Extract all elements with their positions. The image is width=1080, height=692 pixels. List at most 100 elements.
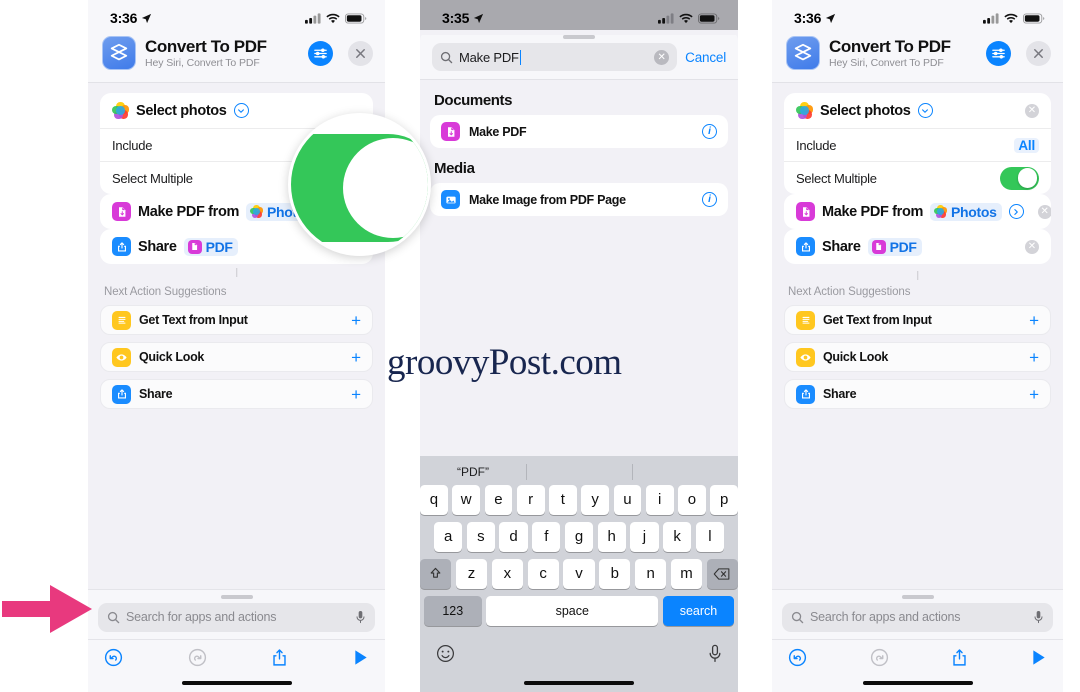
key-g[interactable]: g xyxy=(564,521,594,552)
add-suggestion-button[interactable]: + xyxy=(1029,386,1039,403)
microphone-icon[interactable] xyxy=(355,610,366,624)
play-icon[interactable] xyxy=(1031,649,1047,666)
share-up-icon[interactable] xyxy=(271,648,288,667)
key-a[interactable]: a xyxy=(434,521,463,552)
chevron-down-icon[interactable] xyxy=(233,103,249,118)
add-suggestion-button[interactable]: + xyxy=(351,386,361,403)
select-multiple-toggle[interactable] xyxy=(1000,166,1039,190)
sheet-grabber[interactable] xyxy=(220,594,253,599)
suggestion-label: Share xyxy=(823,387,857,401)
key-r[interactable]: r xyxy=(516,484,545,515)
key-j[interactable]: j xyxy=(630,521,659,552)
cancel-button[interactable]: Cancel xyxy=(685,50,726,65)
key-d[interactable]: d xyxy=(499,521,528,552)
sheet-grabber[interactable] xyxy=(901,594,934,599)
numbers-key[interactable]: 123 xyxy=(424,595,482,626)
key-z[interactable]: z xyxy=(455,558,488,589)
microphone-icon[interactable] xyxy=(1033,610,1044,624)
suggestion-get-text[interactable]: Get Text from Input + xyxy=(784,305,1051,335)
home-indicator xyxy=(181,680,292,685)
action-row-header[interactable]: Make PDF from Photos xyxy=(784,194,1051,229)
action-row-header[interactable]: Select photos ✕ xyxy=(784,93,1051,128)
key-s[interactable]: s xyxy=(466,521,495,552)
key-m[interactable]: m xyxy=(670,558,703,589)
location-arrow-icon xyxy=(826,13,836,23)
status-time: 3:36 xyxy=(794,10,822,26)
param-label: Include xyxy=(112,137,153,153)
space-key[interactable]: space xyxy=(486,595,659,626)
emoji-icon[interactable] xyxy=(436,644,455,663)
suggestion-quick-look[interactable]: Quick Look + xyxy=(100,342,373,372)
battery-icon xyxy=(345,12,367,24)
play-icon[interactable] xyxy=(353,649,369,666)
section-heading-documents: Documents xyxy=(434,92,513,109)
action-card-share[interactable]: Share PDF ✕ xyxy=(784,229,1051,264)
make-image-icon xyxy=(441,190,460,209)
key-t[interactable]: t xyxy=(549,484,577,515)
remove-action-button[interactable]: ✕ xyxy=(1037,204,1051,219)
key-y[interactable]: y xyxy=(581,484,609,515)
add-suggestion-button[interactable]: + xyxy=(1029,349,1039,366)
close-icon[interactable] xyxy=(1026,40,1051,66)
search-key[interactable]: search xyxy=(662,595,734,626)
key-i[interactable]: i xyxy=(645,484,674,515)
make-pdf-icon xyxy=(796,202,815,221)
clear-icon[interactable]: ✕ xyxy=(654,49,670,65)
key-x[interactable]: x xyxy=(491,558,523,589)
key-p[interactable]: p xyxy=(710,484,738,515)
search-result-make-image[interactable]: Make Image from PDF Page i xyxy=(430,183,728,216)
key-n[interactable]: n xyxy=(634,558,667,589)
key-e[interactable]: e xyxy=(484,484,513,515)
prediction-1[interactable]: “PDF” xyxy=(420,465,526,479)
key-q[interactable]: q xyxy=(420,484,448,515)
chevron-right-icon[interactable] xyxy=(1008,204,1024,219)
close-icon[interactable] xyxy=(348,40,373,66)
key-c[interactable]: c xyxy=(527,558,559,589)
keyboard-row-1: q w e r t y u i o p xyxy=(420,484,738,515)
remove-action-button[interactable]: ✕ xyxy=(1025,103,1039,118)
action-row-header[interactable]: Share PDF ✕ xyxy=(784,229,1051,264)
add-suggestion-button[interactable]: + xyxy=(351,312,361,329)
info-icon[interactable]: i xyxy=(702,124,717,139)
sliders-icon[interactable] xyxy=(308,40,333,66)
search-sheet-header: Make PDF ✕ Cancel xyxy=(420,35,738,80)
microphone-icon[interactable] xyxy=(708,644,722,663)
action-token-pdf[interactable]: PDF xyxy=(183,237,238,256)
suggestion-share[interactable]: Share + xyxy=(784,379,1051,409)
suggestion-quick-look[interactable]: Quick Look + xyxy=(784,342,1051,372)
key-b[interactable]: b xyxy=(599,558,631,589)
search-result-make-pdf[interactable]: Make PDF i xyxy=(430,115,728,148)
action-token-pdf[interactable]: PDF xyxy=(867,237,922,256)
chevron-down-icon[interactable] xyxy=(917,103,933,118)
remove-action-button[interactable]: ✕ xyxy=(1025,239,1039,254)
key-l[interactable]: l xyxy=(695,521,724,552)
undo-icon[interactable] xyxy=(788,648,807,667)
shift-icon[interactable] xyxy=(420,558,452,589)
add-suggestion-button[interactable]: + xyxy=(351,349,361,366)
sheet-grabber[interactable] xyxy=(563,35,595,39)
undo-icon[interactable] xyxy=(104,648,123,667)
key-u[interactable]: u xyxy=(613,484,642,515)
info-icon[interactable]: i xyxy=(702,192,717,207)
search-input[interactable]: Search for apps and actions xyxy=(98,602,375,632)
key-h[interactable]: h xyxy=(597,521,626,552)
search-input[interactable]: Search for apps and actions xyxy=(782,602,1053,632)
key-k[interactable]: k xyxy=(663,521,692,552)
sliders-icon[interactable] xyxy=(986,40,1011,66)
action-card-make-pdf[interactable]: Make PDF from Photos xyxy=(784,194,1051,229)
search-input[interactable]: Make PDF ✕ xyxy=(432,43,678,71)
param-value-include[interactable]: All xyxy=(1014,137,1039,153)
action-card-select-photos[interactable]: Select photos ✕ Include All Select Multi… xyxy=(784,93,1051,194)
suggestion-get-text[interactable]: Get Text from Input + xyxy=(100,305,373,335)
key-f[interactable]: f xyxy=(532,521,561,552)
action-token-photos[interactable]: Photos xyxy=(930,202,1002,221)
action-param-include[interactable]: Include All xyxy=(784,128,1051,161)
action-param-select-multiple[interactable]: Select Multiple xyxy=(784,161,1051,194)
key-w[interactable]: w xyxy=(452,484,480,515)
share-up-icon[interactable] xyxy=(951,648,968,667)
add-suggestion-button[interactable]: + xyxy=(1029,312,1039,329)
key-o[interactable]: o xyxy=(678,484,706,515)
backspace-icon[interactable] xyxy=(706,558,738,589)
suggestion-share[interactable]: Share + xyxy=(100,379,373,409)
key-v[interactable]: v xyxy=(563,558,595,589)
